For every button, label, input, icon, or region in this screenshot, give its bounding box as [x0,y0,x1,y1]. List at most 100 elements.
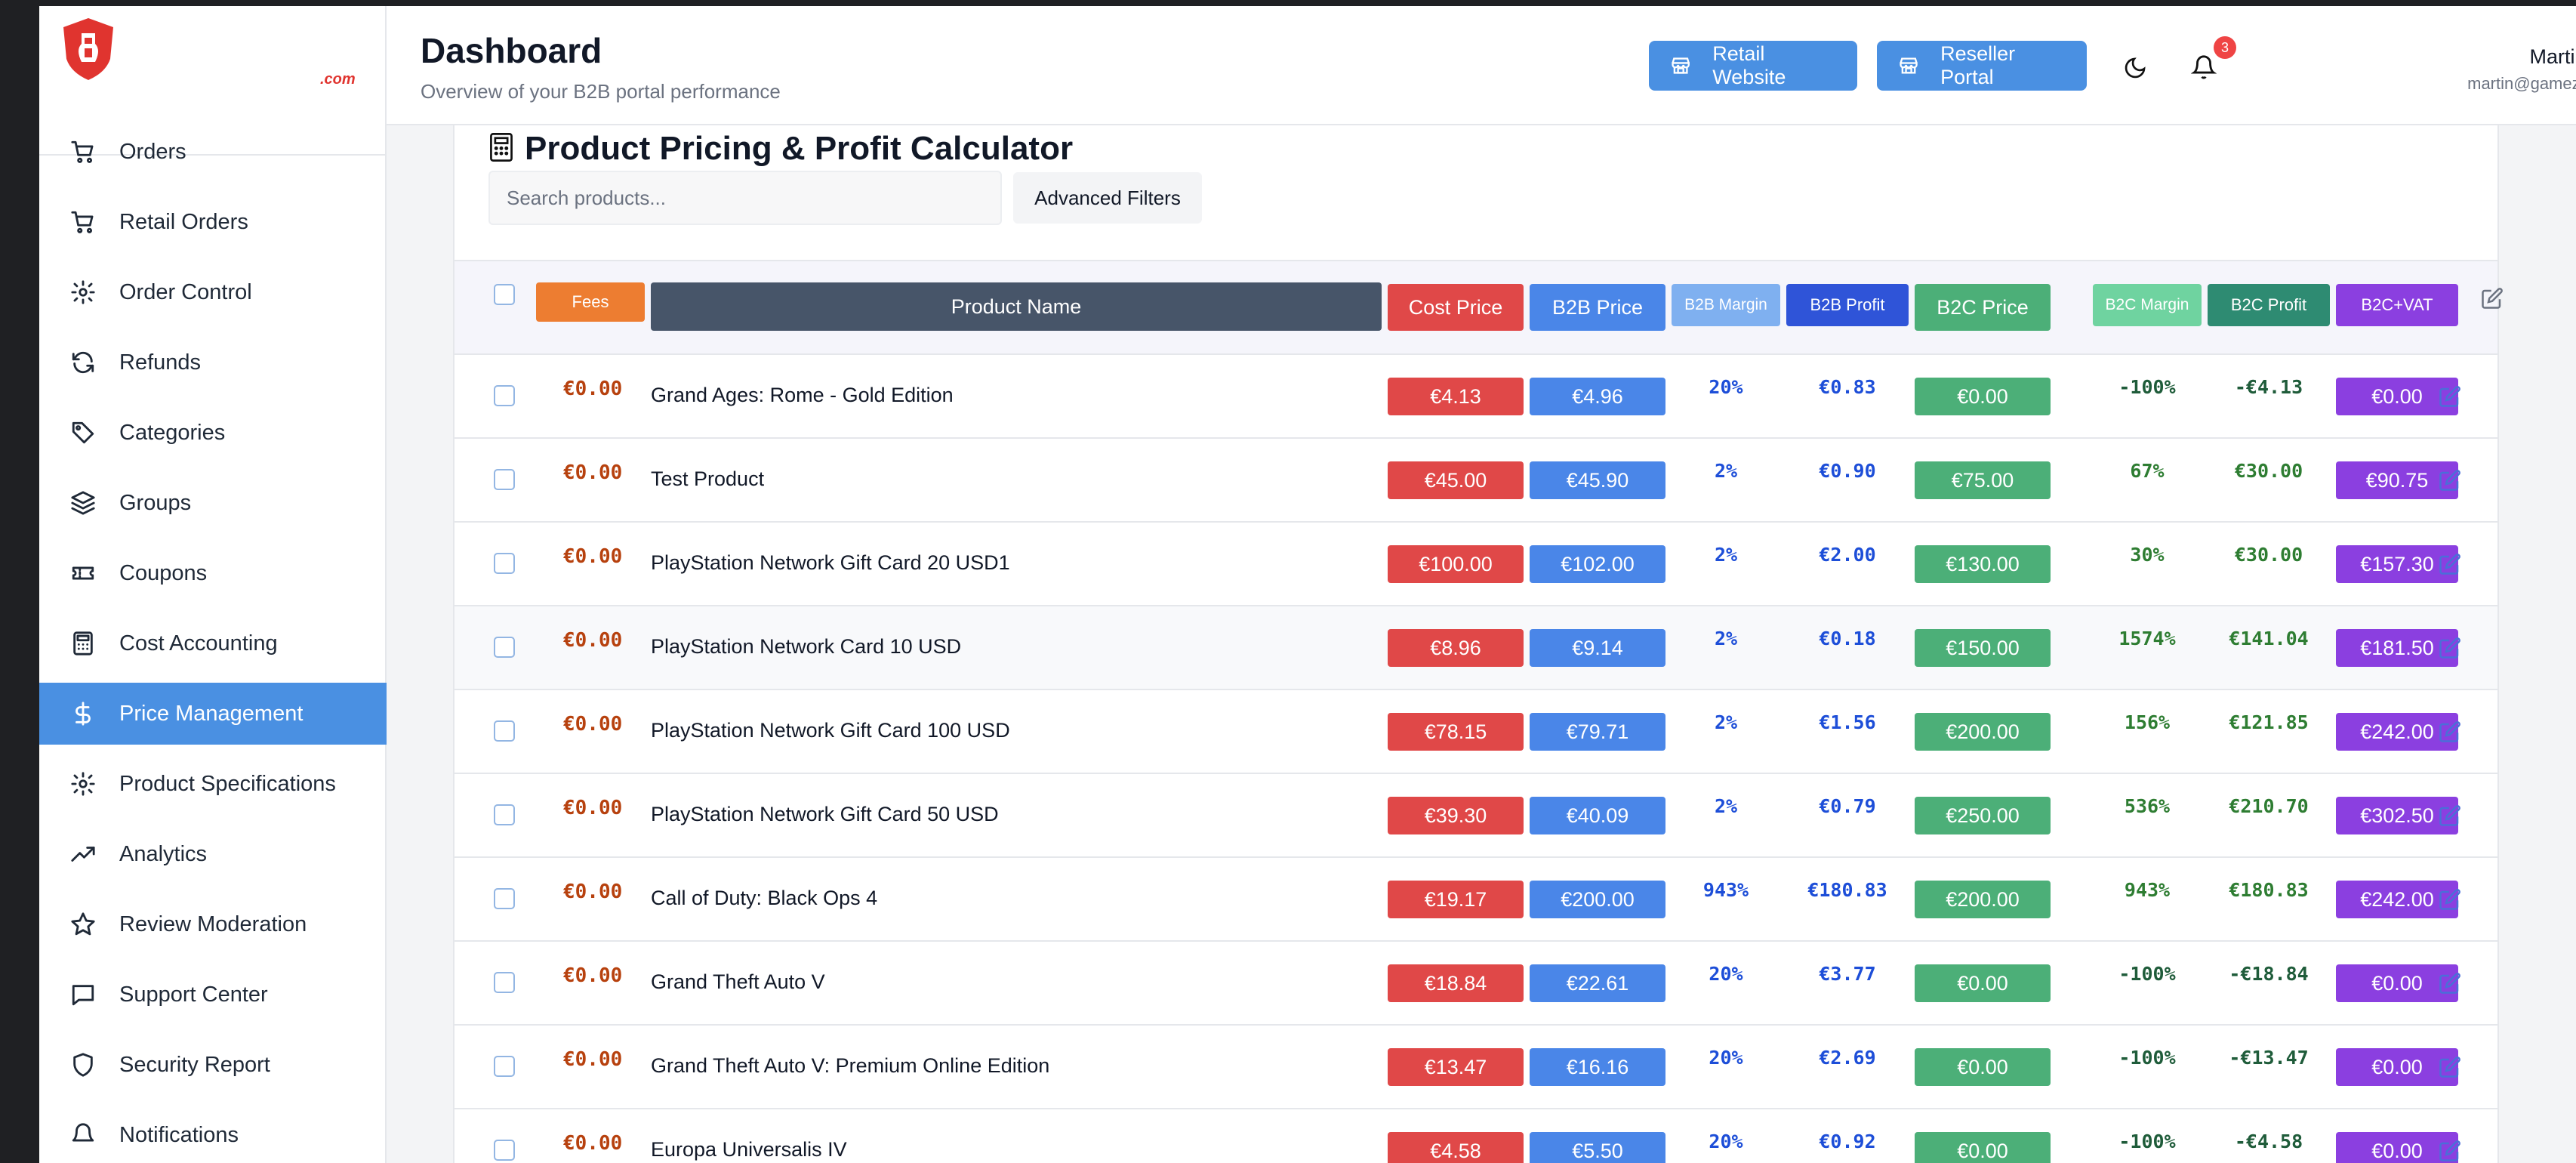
b2c-margin-cell: 156% [2124,711,2171,733]
b2c-margin-cell: -100% [2118,963,2176,985]
product-name-cell: PlayStation Network Gift Card 100 USD [651,719,1010,742]
b2c-price-cell: €0.00 [1915,378,2051,415]
row-checkbox[interactable] [494,1056,515,1077]
sidebar-item-analytics[interactable]: Analytics [39,823,387,885]
sidebar-item-label: Order Control [119,279,252,304]
b2c-price-cell: €75.00 [1915,461,2051,499]
sidebar-item-support-center[interactable]: Support Center [39,964,387,1026]
sidebar-item-categories[interactable]: Categories [39,402,387,464]
edit-icon[interactable] [2439,720,2461,743]
edit-icon[interactable] [2439,637,2461,659]
sidebar-item-cost-accounting[interactable]: Cost Accounting [39,612,387,674]
sidebar-item-review-moderation[interactable]: Review Moderation [39,893,387,955]
sidebar-item-label: Cost Accounting [119,631,278,656]
cost-price-cell: €100.00 [1388,545,1524,583]
sidebar-item-groups[interactable]: Groups [39,472,387,534]
sidebar-item-coupons[interactable]: Coupons [39,542,387,604]
b2b-profit-cell: €0.90 [1819,460,1876,482]
b2b-price-cell: €102.00 [1530,545,1665,583]
column-header-cost-price[interactable]: Cost Price [1388,284,1524,331]
b2b-margin-cell: 2% [1714,711,1738,733]
edit-icon[interactable] [2439,1140,2461,1162]
b2b-profit-cell: €2.00 [1819,544,1876,566]
fees-cell: €0.00 [563,545,623,568]
table-row[interactable]: €0.00 Grand Ages: Rome - Gold Edition €4.1… [454,355,2497,439]
column-header-fees[interactable]: Fees [536,282,645,322]
sidebar-item-retail-orders[interactable]: Retail Orders [39,191,387,253]
column-header-b2c-vat[interactable]: B2C+VAT [2336,284,2458,326]
b2b-profit-cell: €1.56 [1819,711,1876,733]
b2c-margin-cell: 67% [2130,460,2165,482]
logo-shield-icon[interactable] [60,17,116,82]
table-row[interactable]: €0.00 Call of Duty: Black Ops 4 €19.17 €200… [454,858,2497,942]
table-row[interactable]: €0.00 Test Product €45.00 €45.90 2% €0.90 €75.… [454,439,2497,523]
edit-icon[interactable] [2439,1056,2461,1078]
fees-cell: €0.00 [563,1132,623,1155]
edit-icon[interactable] [2439,385,2461,408]
dark-mode-moon-icon[interactable] [2123,56,2147,80]
reseller-portal-button[interactable]: Reseller Portal [1877,41,2087,91]
sidebar-item-product-specifications[interactable]: Product Specifications [39,753,387,815]
sidebar-item-refunds[interactable]: Refunds [39,332,387,393]
cost-price-cell: €4.58 [1388,1132,1524,1163]
cost-price-cell: €8.96 [1388,629,1524,667]
reseller-portal-label: Reseller Portal [1940,42,2016,88]
b2c-profit-cell: -€4.13 [2234,376,2303,398]
column-header-b2c-margin[interactable]: B2C Margin [2093,284,2202,326]
row-checkbox[interactable] [494,720,515,742]
row-checkbox[interactable] [494,804,515,825]
row-checkbox[interactable] [494,469,515,490]
column-header-b2b-margin[interactable]: B2B Margin [1672,284,1780,326]
sidebar-item-label: Product Specifications [119,771,336,796]
table-row[interactable]: €0.00 Grand Theft Auto V: Premium Online … [454,1026,2497,1109]
table-header: Fees Product Name Cost Price B2B Price B… [454,260,2503,355]
b2b-profit-cell: €0.92 [1819,1131,1876,1152]
table-row[interactable]: €0.00 PlayStation Network Gift Card 20 US… [454,523,2497,606]
table-row[interactable]: €0.00 Europa Universalis IV €4.58 €5.50 20% €… [454,1109,2497,1163]
row-checkbox[interactable] [494,1140,515,1161]
cart-icon [69,138,97,165]
edit-icon[interactable] [2481,287,2504,310]
edit-icon[interactable] [2439,469,2461,492]
table-row[interactable]: €0.00 PlayStation Network Gift Card 50 US… [454,774,2497,858]
b2b-margin-cell: 2% [1714,460,1738,482]
column-header-b2c-profit[interactable]: B2C Profit [2208,284,2330,326]
sidebar-item-order-control[interactable]: Order Control [39,261,387,323]
table-row[interactable]: €0.00 PlayStation Network Card 10 USD €8.9… [454,606,2497,690]
column-header-b2c-price[interactable]: B2C Price [1915,284,2051,331]
edit-icon[interactable] [2439,888,2461,911]
sidebar-item-price-management[interactable]: Price Management [39,683,387,745]
edit-icon[interactable] [2439,972,2461,995]
row-checkbox[interactable] [494,553,515,574]
advanced-filters-button[interactable]: Advanced Filters [1013,172,1202,224]
page-subtitle: Overview of your B2B portal performance [421,80,781,103]
cost-price-cell: €19.17 [1388,881,1524,918]
table-row[interactable]: €0.00 PlayStation Network Gift Card 100 U… [454,690,2497,774]
product-search-input[interactable] [488,171,1002,225]
sidebar-item-orders[interactable]: Orders [39,121,387,183]
b2b-profit-cell: €3.77 [1819,963,1876,985]
sidebar-item-notifications[interactable]: Notifications [39,1104,387,1163]
b2c-margin-cell: 536% [2124,795,2171,817]
b2b-price-cell: €16.16 [1530,1048,1665,1086]
column-header-product-name[interactable]: Product Name [651,282,1382,331]
select-all-checkbox[interactable] [494,284,515,305]
sidebar-item-security-report[interactable]: Security Report [39,1034,387,1096]
cost-price-cell: €13.47 [1388,1048,1524,1086]
product-name-cell: PlayStation Network Gift Card 50 USD [651,803,999,825]
sidebar-item-label: Groups [119,490,192,515]
b2c-margin-cell: -100% [2118,376,2176,398]
column-header-b2b-profit[interactable]: B2B Profit [1786,284,1909,326]
table-row[interactable]: €0.00 Grand Theft Auto V €18.84 €22.61 20% €3… [454,942,2497,1026]
column-header-b2b-price[interactable]: B2B Price [1530,284,1665,331]
row-checkbox[interactable] [494,637,515,658]
bell-icon [69,1121,97,1149]
edit-icon[interactable] [2439,804,2461,827]
retail-website-button[interactable]: Retail Website [1649,41,1857,91]
refresh-icon [69,349,97,376]
row-checkbox[interactable] [494,385,515,406]
edit-icon[interactable] [2439,553,2461,575]
row-checkbox[interactable] [494,888,515,909]
row-checkbox[interactable] [494,972,515,993]
b2c-price-cell: €250.00 [1915,797,2051,834]
